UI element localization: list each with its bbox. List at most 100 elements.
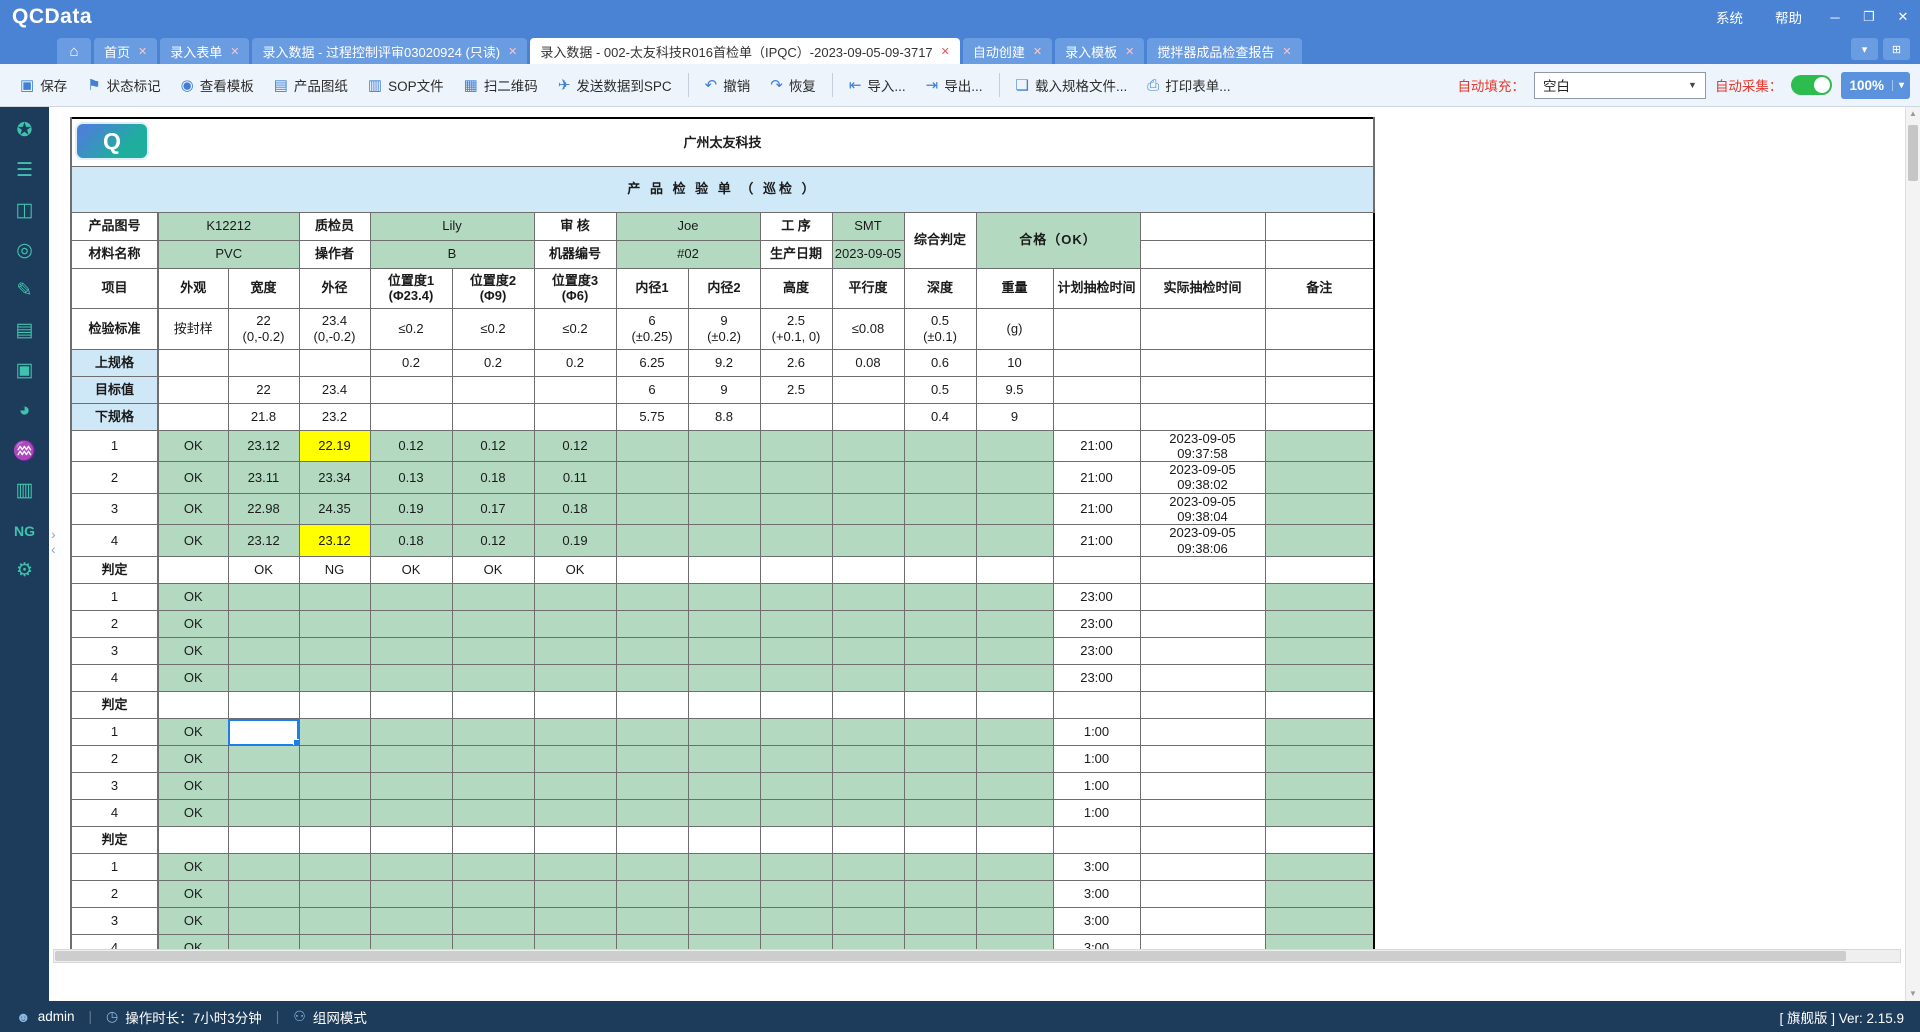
cell[interactable]: OK (158, 773, 228, 800)
cell[interactable]: PVC (158, 240, 299, 268)
horizontal-scrollbar[interactable] (53, 949, 1901, 963)
verify-badge-icon[interactable]: ✪ (7, 115, 43, 146)
cell[interactable] (299, 827, 370, 854)
cell[interactable]: 2 (71, 881, 158, 908)
cell[interactable]: 深度 (904, 268, 976, 308)
cell[interactable]: 0.2 (452, 349, 534, 376)
view-template-button[interactable]: ◉查看模板 (171, 70, 264, 100)
cell[interactable] (616, 638, 688, 665)
cell[interactable]: 广州太友科技 (71, 118, 1374, 166)
cell[interactable] (370, 827, 452, 854)
cell[interactable] (832, 746, 904, 773)
vertical-scrollbar[interactable]: ▲ ▼ (1905, 107, 1920, 1001)
vertical-scrollbar-thumb[interactable] (1908, 125, 1918, 181)
cell[interactable]: OK (158, 854, 228, 881)
cell[interactable]: 4 (71, 665, 158, 692)
cell[interactable]: 6 (616, 376, 688, 403)
cell[interactable] (1265, 462, 1374, 494)
cell[interactable]: 9 (±0.2) (688, 308, 760, 349)
cell[interactable] (760, 881, 832, 908)
cell[interactable]: 2.5 (760, 376, 832, 403)
cell[interactable] (832, 638, 904, 665)
cell[interactable] (370, 773, 452, 800)
cell[interactable] (1265, 746, 1374, 773)
cell[interactable]: OK (158, 525, 228, 557)
cell[interactable] (1265, 584, 1374, 611)
cell[interactable] (832, 665, 904, 692)
cell[interactable]: 1 (71, 854, 158, 881)
cell[interactable] (688, 827, 760, 854)
cell[interactable] (1053, 827, 1140, 854)
cell[interactable] (299, 584, 370, 611)
cell[interactable]: 平行度 (832, 268, 904, 308)
cell[interactable]: 23:00 (1053, 638, 1140, 665)
scroll-up-icon[interactable]: ▲ (1906, 107, 1920, 121)
cell[interactable] (904, 854, 976, 881)
cell[interactable]: OK (158, 430, 228, 462)
cell[interactable] (760, 611, 832, 638)
cell[interactable] (452, 881, 534, 908)
cell[interactable] (370, 584, 452, 611)
cell[interactable]: 23.12 (228, 525, 299, 557)
cell[interactable] (370, 881, 452, 908)
cell[interactable] (228, 773, 299, 800)
cell[interactable]: 6.25 (616, 349, 688, 376)
cell[interactable] (534, 854, 616, 881)
cell[interactable]: 9 (688, 376, 760, 403)
cell[interactable] (228, 584, 299, 611)
cell[interactable] (1053, 376, 1140, 403)
cell[interactable] (1140, 584, 1265, 611)
cell[interactable] (299, 349, 370, 376)
cell[interactable]: 23:00 (1053, 611, 1140, 638)
cell[interactable] (976, 746, 1053, 773)
cell[interactable] (1140, 376, 1265, 403)
cell[interactable] (452, 908, 534, 935)
cell[interactable] (832, 881, 904, 908)
cell[interactable] (1265, 212, 1374, 240)
cell[interactable] (688, 908, 760, 935)
menu-help[interactable]: 帮助 (1759, 7, 1818, 27)
close-button[interactable]: ✕ (1886, 9, 1920, 25)
cell[interactable] (904, 827, 976, 854)
cell[interactable] (904, 746, 976, 773)
ng-icon[interactable]: NG (7, 515, 43, 546)
cell[interactable] (616, 692, 688, 719)
cell[interactable] (534, 719, 616, 746)
cell[interactable] (760, 462, 832, 494)
tab-2[interactable]: 录入数据 - 过程控制评审03020924 (只读)✕ (252, 38, 527, 64)
cell[interactable] (688, 719, 760, 746)
cell[interactable]: 机器编号 (534, 240, 616, 268)
cell[interactable] (1265, 773, 1374, 800)
cell[interactable] (688, 557, 760, 584)
cell[interactable] (616, 584, 688, 611)
cell[interactable] (760, 525, 832, 557)
cell[interactable] (688, 493, 760, 525)
cell[interactable]: 21:00 (1053, 493, 1140, 525)
cell[interactable] (616, 746, 688, 773)
import-button[interactable]: ⇤导入... (839, 70, 916, 100)
cell[interactable] (370, 611, 452, 638)
cell[interactable]: 检验标准 (71, 308, 158, 349)
cell[interactable] (688, 665, 760, 692)
cell[interactable]: 高度 (760, 268, 832, 308)
cell[interactable] (1140, 611, 1265, 638)
cell[interactable] (1265, 908, 1374, 935)
cell[interactable] (832, 908, 904, 935)
cell[interactable]: OK (158, 611, 228, 638)
cell[interactable] (904, 557, 976, 584)
autofill-select[interactable]: 空白 ▼ (1534, 72, 1706, 99)
cell[interactable]: 23.2 (299, 403, 370, 430)
tab-5[interactable]: 录入模板✕ (1055, 38, 1144, 64)
cell[interactable] (1140, 719, 1265, 746)
cell[interactable]: 23.4 (0,-0.2) (299, 308, 370, 349)
cell[interactable] (616, 611, 688, 638)
cell[interactable]: #02 (616, 240, 760, 268)
cell[interactable]: (g) (976, 308, 1053, 349)
cell[interactable]: 9.2 (688, 349, 760, 376)
close-tab-icon[interactable]: ✕ (1033, 45, 1042, 58)
cell[interactable]: 1 (71, 719, 158, 746)
cell[interactable] (1140, 349, 1265, 376)
cell[interactable]: 外观 (158, 268, 228, 308)
cell[interactable]: 0.08 (832, 349, 904, 376)
cell[interactable]: 2023-09-05 09:38:02 (1140, 462, 1265, 494)
